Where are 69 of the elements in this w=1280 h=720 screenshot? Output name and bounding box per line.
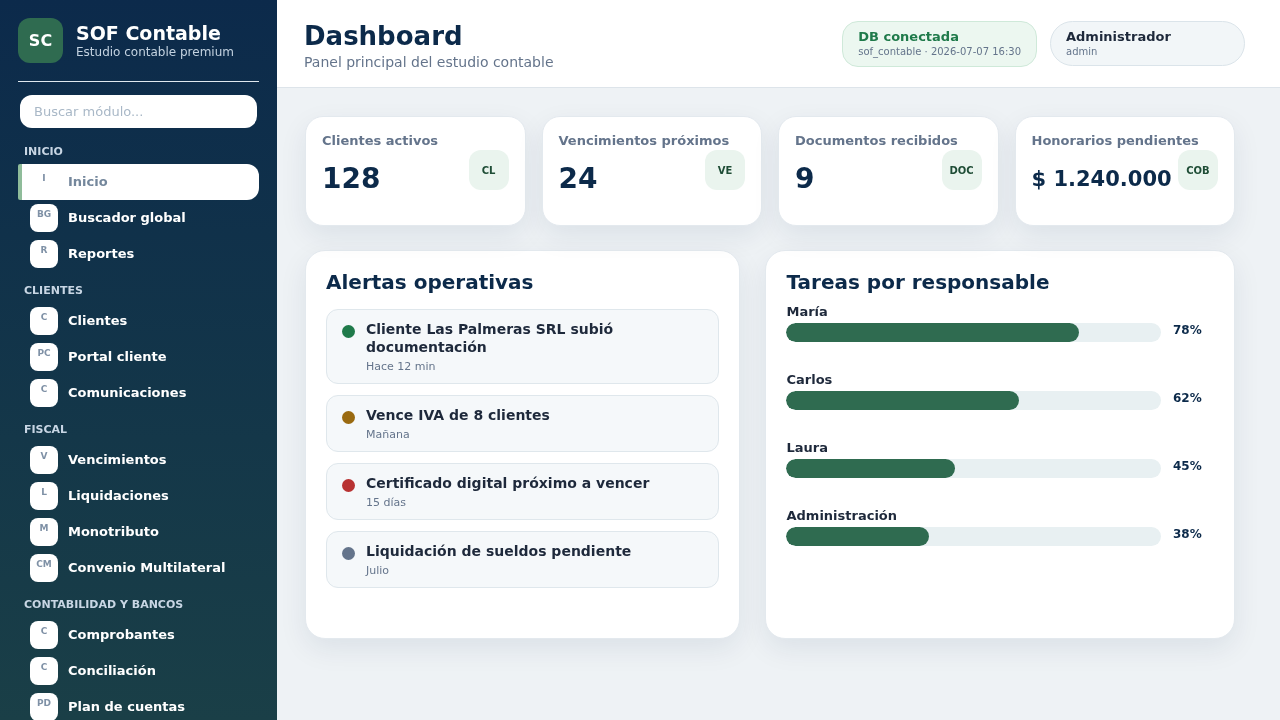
- stat-tag: COB: [1178, 150, 1218, 190]
- user-name: Administrador: [1066, 28, 1171, 45]
- stat-tag: CL: [468, 150, 509, 190]
- user-role: admin: [1066, 44, 1098, 59]
- nav-item[interactable]: R Reportes: [18, 236, 259, 272]
- assignee-name: María: [786, 304, 828, 320]
- nav-item[interactable]: CM Convenio Multilateral: [18, 550, 259, 586]
- nav-item[interactable]: I Inicio: [18, 164, 259, 200]
- module-initials: V: [30, 446, 58, 474]
- logo: SC: [18, 18, 63, 63]
- panel-title: Alertas operativas: [326, 270, 534, 294]
- assignee-name: Administración: [786, 508, 898, 524]
- nav-item[interactable]: C Conciliación: [18, 653, 259, 689]
- nav-item[interactable]: BG Buscador global: [18, 200, 259, 236]
- assignee-name: Carlos: [786, 372, 833, 388]
- module-initials: M: [30, 518, 58, 546]
- page-title: Dashboard: [304, 20, 463, 51]
- progress-reading: 62%: [1173, 390, 1202, 405]
- nav-item[interactable]: V Vencimientos: [18, 442, 259, 478]
- nav-item[interactable]: PD Plan de cuentas: [18, 689, 259, 720]
- alert-title: Liquidación de sueldos pendiente: [366, 542, 632, 560]
- section-heading: INICIO: [24, 145, 63, 159]
- module-initials: L: [30, 482, 58, 510]
- progress-reading: 38%: [1173, 526, 1202, 541]
- stat-tag: DOC: [941, 150, 982, 190]
- module-initials: C: [30, 379, 58, 407]
- module-initials: BG: [30, 204, 58, 232]
- alert-title: Vence IVA de 8 clientes: [366, 406, 550, 424]
- app-title: SOF Contable: [76, 21, 222, 44]
- stat-label: Honorarios pendientes: [1031, 133, 1199, 149]
- alert-title: Cliente Las Palmeras SRL subió documentación: [366, 320, 615, 356]
- page-subtitle: Panel principal del estudio contable: [304, 52, 554, 71]
- alert-time: Hace 12 min: [366, 359, 436, 375]
- alert-time: Julio: [366, 563, 390, 579]
- section-heading: FISCAL: [24, 423, 68, 437]
- app-subtitle: Estudio contable premium: [76, 43, 234, 60]
- db-status-label: DB conectada: [858, 28, 959, 45]
- stat-value: 24: [558, 162, 598, 196]
- module-initials: C: [30, 621, 58, 649]
- search-field[interactable]: Buscar módulo...: [20, 95, 257, 128]
- nav-item[interactable]: C Clientes: [18, 303, 259, 339]
- stat-label: Clientes activos: [322, 133, 439, 149]
- progress-reading: 78%: [1173, 322, 1202, 337]
- section-heading: CONTABILIDAD Y BANCOS: [24, 598, 184, 612]
- nav-item[interactable]: PC Portal cliente: [18, 339, 259, 375]
- nav-item[interactable]: L Liquidaciones: [18, 478, 259, 514]
- db-status-detail: sof_contable · 2026-07-07 16:30: [858, 44, 1021, 59]
- module-initials: C: [30, 307, 58, 335]
- stat-value: 9: [795, 162, 815, 196]
- stat-label: Documentos recibidos: [795, 133, 958, 149]
- alert-title: Certificado digital próximo a vencer: [366, 474, 650, 492]
- section-heading: CLIENTES: [24, 284, 83, 298]
- alert-time: Mañana: [366, 427, 410, 443]
- module-initials: C: [30, 657, 58, 685]
- progress-reading: 45%: [1173, 458, 1202, 473]
- panel-title: Tareas por responsable: [786, 270, 1050, 294]
- nav-item[interactable]: C Comprobantes: [18, 617, 259, 653]
- stat-value: 128: [322, 162, 381, 196]
- module-initials: PD: [30, 693, 58, 720]
- module-initials: R: [30, 240, 58, 268]
- module-initials: CM: [30, 554, 58, 582]
- module-initials: PC: [30, 343, 58, 371]
- stat-tag: VE: [705, 150, 745, 190]
- stat-value: $ 1.240.000: [1031, 166, 1172, 193]
- nav-item[interactable]: M Monotributo: [18, 514, 259, 550]
- nav-item[interactable]: C Comunicaciones: [18, 375, 259, 411]
- alert-time: 15 días: [366, 495, 406, 511]
- stat-label: Vencimientos próximos: [558, 133, 730, 149]
- assignee-name: Laura: [786, 440, 828, 456]
